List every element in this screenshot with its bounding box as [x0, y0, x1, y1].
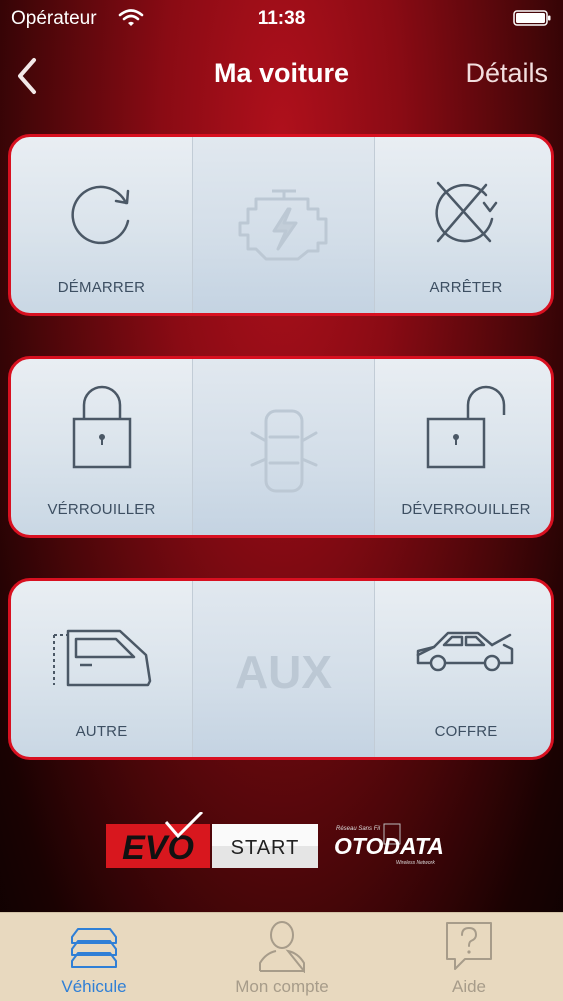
lock-label: VÉRROUILLER — [47, 501, 156, 518]
tab-vehicle[interactable]: Véhicule — [0, 913, 188, 1001]
engine-icon — [238, 189, 327, 261]
car-doors-icon — [250, 409, 317, 493]
tab-bar: Véhicule Mon compte Aide — [0, 912, 563, 1001]
svg-text:Réseau Sans Fil: Réseau Sans Fil — [336, 826, 381, 832]
aux-panel: AUTRE AUX COFFRE — [8, 578, 554, 760]
car-door-icon — [52, 629, 151, 687]
details-button[interactable]: Détails — [465, 58, 548, 89]
aux-status: AUX — [193, 581, 375, 757]
aux-label: AUX — [234, 646, 333, 698]
tab-account[interactable]: Mon compte — [188, 913, 376, 1001]
trunk-label: COFFRE — [434, 723, 498, 740]
lock-panel: VÉRROUILLER DÉVERROUILLER — [8, 356, 554, 538]
brand-logos: EVO START Réseau Sans Fil OTODATA Wirele… — [106, 810, 456, 872]
battery-icon — [513, 10, 551, 26]
car-stack-icon — [71, 928, 117, 968]
lock-icon — [72, 385, 131, 469]
svg-text:OTODATA: OTODATA — [334, 833, 444, 859]
evo-start-otodata-logo: EVO START Réseau Sans Fil OTODATA Wirele… — [106, 810, 444, 868]
stop-button[interactable]: ARRÊTER — [375, 137, 551, 313]
unlock-label: DÉVERROUILLER — [401, 501, 531, 518]
car-trunk-icon — [416, 631, 514, 672]
unlock-icon — [426, 385, 506, 469]
unlock-button[interactable]: DÉVERROUILLER — [375, 359, 551, 535]
evo-text: EVO — [122, 829, 194, 867]
nav-bar: Ma voiture Détails — [0, 46, 563, 106]
tab-help[interactable]: Aide — [375, 913, 563, 1001]
restart-icon — [70, 185, 129, 245]
engine-panel: DÉMARRER ARRÊTER — [8, 134, 554, 316]
start-button[interactable]: DÉMARRER — [11, 137, 193, 313]
status-bar: Opérateur 11:38 — [0, 0, 563, 38]
help-icon — [446, 922, 492, 970]
trunk-button[interactable]: COFFRE — [375, 581, 551, 757]
lock-button[interactable]: VÉRROUILLER — [11, 359, 193, 535]
start-label: DÉMARRER — [57, 279, 146, 296]
engine-status — [193, 137, 375, 313]
tab-help-label: Aide — [451, 977, 487, 996]
stop-engine-icon — [435, 181, 498, 243]
stop-label: ARRÊTER — [429, 279, 503, 296]
svg-text:START: START — [231, 837, 300, 859]
svg-text:Wireless Network: Wireless Network — [396, 860, 435, 866]
tab-vehicle-label: Véhicule — [61, 977, 127, 996]
other-label: AUTRE — [75, 723, 128, 740]
other-button[interactable]: AUTRE — [11, 581, 193, 757]
doors-status — [193, 359, 375, 535]
user-icon — [259, 921, 305, 973]
clock: 11:38 — [257, 8, 306, 29]
tab-account-label: Mon compte — [235, 977, 329, 996]
